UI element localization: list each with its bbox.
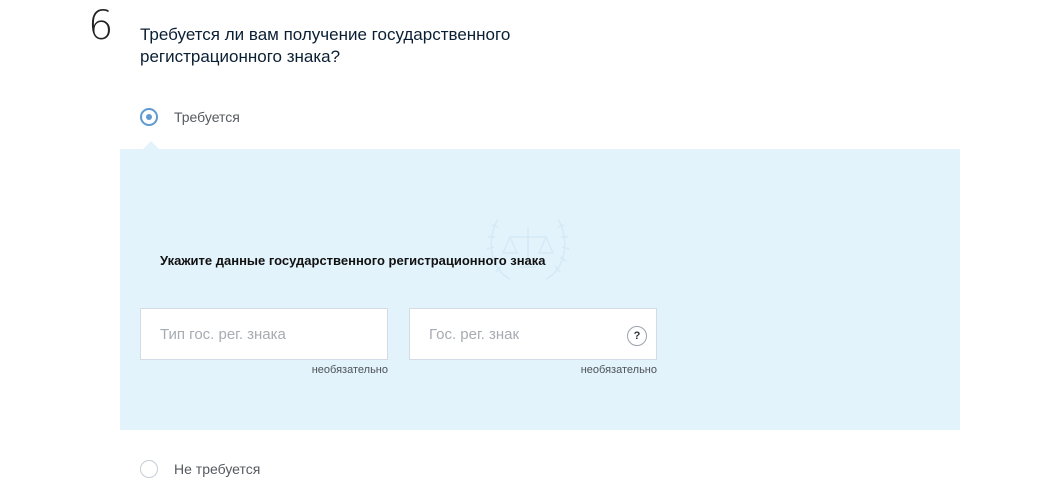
plate-details-panel: Укажите данные государственного регистра…: [120, 149, 960, 430]
question-text: Требуется ли вам получение государственн…: [140, 25, 511, 66]
scales-laurel-emblem-icon: [486, 218, 570, 280]
radio-button-unchecked[interactable]: [140, 460, 158, 478]
panel-pointer: [143, 141, 159, 149]
radio-label: Не требуется: [174, 461, 261, 477]
panel-title: Укажите данные государственного регистра…: [160, 253, 546, 268]
radio-option-required[interactable]: Требуется: [140, 108, 240, 126]
radio-option-not-required[interactable]: Не требуется: [140, 460, 260, 478]
plate-type-field[interactable]: [140, 308, 388, 360]
plate-number-input[interactable]: [410, 309, 656, 359]
step-number: 6: [88, 3, 114, 49]
question-circle-icon[interactable]: ?: [627, 326, 647, 346]
plate-number-field[interactable]: ?: [409, 308, 657, 360]
plate-number-optional-hint: необязательно: [580, 364, 657, 376]
plate-type-input[interactable]: [141, 309, 387, 359]
radio-button-checked[interactable]: [140, 108, 158, 126]
radio-label: Требуется: [174, 109, 240, 125]
plate-type-optional-hint: необязательно: [311, 364, 388, 376]
